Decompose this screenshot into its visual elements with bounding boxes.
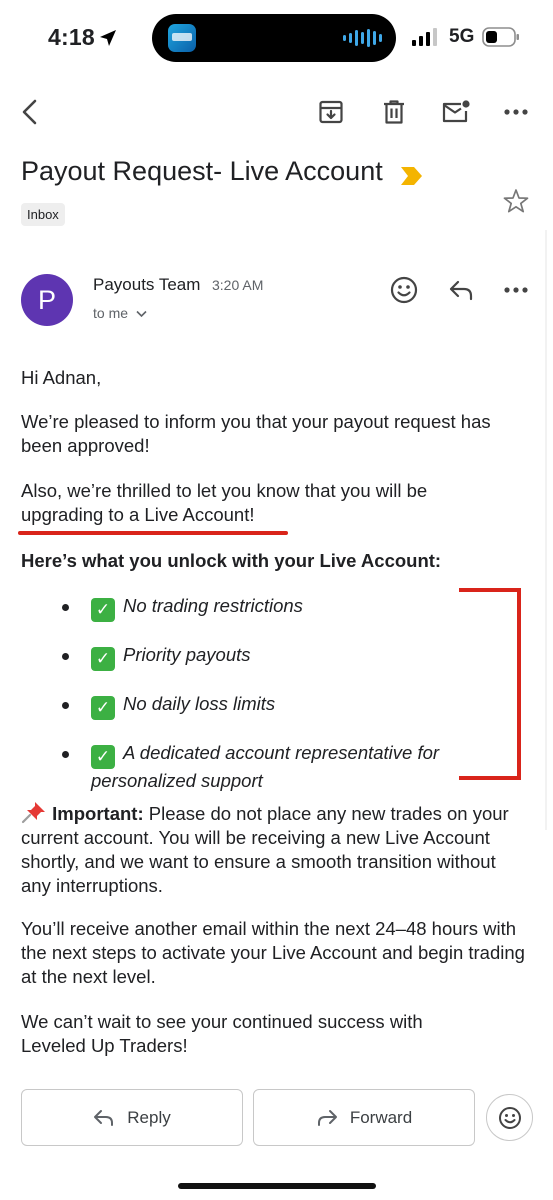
greeting: Hi Adnan,: [21, 367, 102, 388]
body-paragraph-4: We can’t wait to see your continued succ…: [21, 1011, 423, 1056]
mark-unread-button[interactable]: [434, 88, 478, 136]
important-marker-icon[interactable]: [400, 166, 424, 186]
annotation-underline: [18, 531, 288, 535]
home-indicator[interactable]: [178, 1183, 376, 1189]
sender-avatar[interactable]: P: [21, 274, 73, 326]
back-arrow-icon: [22, 99, 37, 125]
benefit-text: A dedicated account representative for p…: [91, 742, 440, 791]
list-item: ✓ A dedicated account representative for …: [62, 741, 502, 793]
archive-button[interactable]: [309, 88, 353, 136]
emoji-reaction-button[interactable]: [486, 1094, 533, 1141]
body-paragraph-3: You’ll receive another email within the …: [21, 918, 525, 987]
smiley-icon: [498, 1106, 521, 1129]
list-item: ✓ No daily loss limits: [62, 692, 502, 720]
mail-unread-icon: [442, 100, 470, 123]
email-subject: Payout Request- Live Account: [21, 156, 383, 186]
important-paragraph: Important: Please do not place any new t…: [21, 800, 521, 898]
body-paragraph-2: Also, we’re thrilled to let you know tha…: [21, 480, 428, 525]
audio-wave-icon: [343, 29, 382, 47]
cellular-signal-icon: [412, 28, 437, 46]
pushpin-icon: [21, 802, 45, 824]
forward-icon: [317, 1109, 337, 1126]
benefit-text: No daily loss limits: [123, 693, 276, 714]
check-mark-icon: ✓: [91, 598, 115, 622]
delete-button[interactable]: [372, 88, 416, 136]
star-icon[interactable]: [503, 188, 529, 214]
network-type: 5G: [449, 26, 475, 47]
forward-label: Forward: [349, 1107, 413, 1127]
back-button[interactable]: [8, 88, 52, 136]
list-item: ✓ No trading restrictions: [62, 594, 502, 622]
smiley-icon: [390, 276, 418, 304]
inbox-label-chip[interactable]: Inbox: [21, 203, 65, 226]
benefit-text: Priority payouts: [123, 644, 251, 665]
status-bar: 4:18 5G: [0, 0, 553, 76]
reply-icon: [449, 280, 473, 301]
more-options-button[interactable]: [494, 88, 538, 136]
reply-label: Reply: [127, 1107, 171, 1127]
battery-icon: [482, 27, 519, 47]
check-mark-icon: ✓: [91, 696, 115, 720]
recipient-label: to me: [93, 305, 129, 321]
trash-icon: [384, 100, 404, 124]
important-label: Important:: [52, 803, 144, 824]
reply-button-header[interactable]: [441, 270, 481, 310]
benefits-list: ✓ No trading restrictions ✓ Priority payou…: [62, 594, 502, 814]
email-toolbar: [0, 88, 553, 136]
clock: 4:18: [48, 24, 95, 50]
sender-name[interactable]: Payouts Team: [93, 275, 200, 295]
sent-time: 3:20 AM: [212, 277, 264, 293]
recipient-details-toggle[interactable]: to me: [93, 305, 147, 321]
add-reaction-button[interactable]: [384, 270, 424, 310]
reply-button[interactable]: Reply: [21, 1089, 243, 1146]
reply-icon: [94, 1109, 114, 1126]
message-more-button[interactable]: [496, 270, 536, 310]
location-arrow-icon: [100, 30, 116, 46]
list-item: ✓ Priority payouts: [62, 643, 502, 671]
annotation-bracket: [459, 588, 521, 780]
scrollbar[interactable]: [545, 230, 547, 830]
check-mark-icon: ✓: [91, 745, 115, 769]
unlock-heading: Here’s what you unlock with your Live Ac…: [21, 550, 442, 571]
chevron-down-icon: [136, 311, 147, 318]
archive-icon: [319, 100, 343, 124]
check-mark-icon: ✓: [91, 647, 115, 671]
more-horizontal-icon: [504, 109, 528, 115]
body-paragraph-1: We’re pleased to inform you that your pa…: [21, 411, 491, 456]
benefit-text: No trading restrictions: [123, 595, 303, 616]
more-horizontal-icon: [504, 287, 528, 293]
forward-button[interactable]: Forward: [253, 1089, 475, 1146]
app-icon: [168, 24, 196, 52]
dynamic-island: [152, 14, 396, 62]
